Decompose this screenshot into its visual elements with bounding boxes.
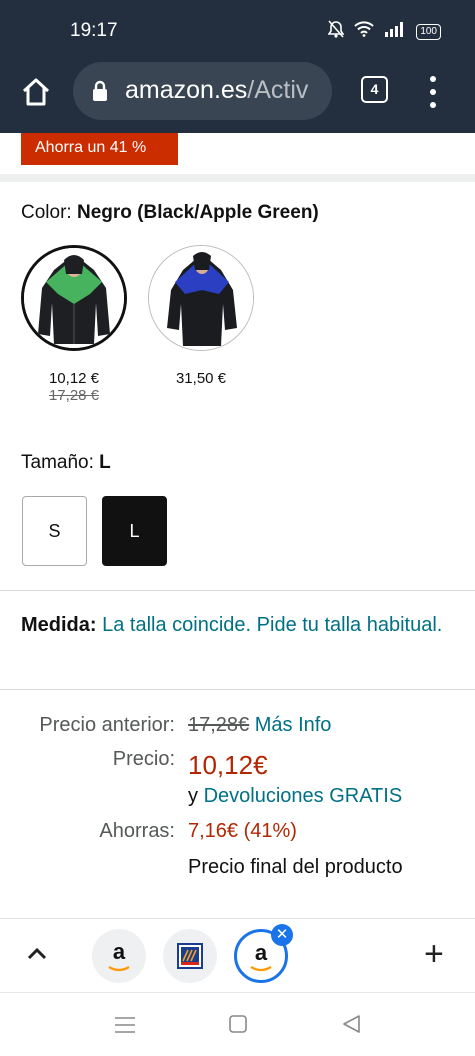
status-icons: 100: [327, 20, 441, 43]
signal-icon: [384, 21, 406, 42]
color-label-text: Color:: [21, 202, 77, 223]
swatch-price: 10,12 €: [48, 370, 100, 387]
jacket-green-image: [24, 248, 124, 348]
aldi-logo-icon: [177, 943, 203, 969]
amazon-smile-icon: [108, 966, 130, 972]
color-swatch-black-green[interactable]: [21, 245, 127, 351]
list-price-value: 17,28€ Más Info: [188, 714, 331, 737]
final-price-row: Precio final del producto: [0, 856, 475, 888]
color-swatch-black-blue[interactable]: [148, 245, 254, 351]
status-time: 19:17: [70, 20, 118, 41]
free-returns-link[interactable]: Devoluciones GRATIS: [204, 785, 403, 807]
expand-tabs-button[interactable]: [26, 943, 48, 970]
size-option-s[interactable]: S: [22, 496, 87, 566]
savings-row: Ahorras: 7,16€ (41%): [0, 820, 475, 852]
divider: [0, 590, 475, 591]
savings-value: 7,16€ (41%): [188, 820, 297, 842]
url-path: /Activ: [247, 76, 309, 104]
size-label: Tamaño: L: [21, 452, 111, 474]
savings-label: Ahorras:: [99, 820, 175, 842]
savings-badge: Ahorra un 41 %: [21, 133, 178, 165]
mute-bell-icon: [327, 20, 345, 43]
close-tab-button[interactable]: ✕: [271, 924, 293, 946]
amazon-smile-icon: [250, 966, 272, 972]
tab-aldi[interactable]: [163, 929, 217, 983]
fit-label: Medida:: [21, 614, 97, 636]
returns-text: y Devoluciones GRATIS: [188, 785, 402, 808]
tab-amazon-1[interactable]: a: [92, 929, 146, 983]
swatch-price-1: 10,12 € 17,28 €: [21, 370, 127, 404]
back-button[interactable]: [340, 1013, 362, 1040]
overflow-menu-button[interactable]: [422, 74, 444, 110]
lock-icon: [91, 80, 109, 107]
wifi-icon: [354, 21, 375, 42]
url-text: amazon.es/Activ: [125, 76, 308, 105]
price-row: Precio: 10,12€: [0, 748, 475, 780]
list-price-label: Precio anterior:: [39, 714, 175, 736]
home-icon: [22, 78, 50, 106]
swatch-old-price: 17,28 €: [48, 387, 100, 404]
battery-icon: 100: [416, 23, 441, 40]
divider: [0, 689, 475, 690]
returns-prefix: y: [188, 785, 204, 807]
url-host: amazon.es: [125, 76, 248, 104]
tab-amazon-active[interactable]: a ✕: [234, 924, 293, 983]
swatch-price: 31,50 €: [175, 370, 227, 387]
home-button[interactable]: [18, 74, 54, 110]
jacket-blue-image: [149, 246, 253, 350]
more-info-link[interactable]: Más Info: [255, 714, 332, 736]
status-bar: 19:17 100: [0, 0, 475, 60]
tab-switcher-button[interactable]: 4: [361, 76, 388, 103]
color-value: Negro (Black/Apple Green): [76, 202, 319, 223]
menu-lines-icon: [115, 1017, 135, 1033]
menu-dot: [430, 89, 436, 95]
amazon-logo-icon: a: [112, 939, 126, 964]
size-option-l[interactable]: L: [102, 496, 167, 566]
list-price-row: Precio anterior: 17,28€ Más Info: [0, 714, 475, 746]
address-bar[interactable]: amazon.es/Activ: [73, 62, 332, 120]
home-nav-button[interactable]: [228, 1014, 248, 1039]
chevron-up-icon: [27, 947, 47, 960]
back-triangle-icon: [343, 1015, 360, 1033]
section-divider: [0, 174, 475, 182]
menu-dot: [430, 76, 436, 82]
fit-info: Medida: La talla coincide. Pide tu talla…: [21, 610, 451, 641]
browser-header: 19:17 100 amazon.es/Activ 4: [0, 0, 475, 133]
size-label-text: Tamaño:: [21, 452, 100, 473]
swatch-price-2: 31,50 €: [148, 370, 254, 387]
recents-button[interactable]: [114, 1015, 136, 1040]
system-nav-bar: [0, 992, 475, 1056]
price-value: 10,12€: [188, 750, 268, 780]
list-price: 17,28€: [188, 714, 250, 736]
size-value: L: [99, 452, 111, 473]
new-tab-button[interactable]: +: [424, 937, 444, 971]
color-label: Color: Negro (Black/Apple Green): [21, 202, 319, 224]
tab-strip: a a ✕ +: [0, 918, 475, 992]
price-label: Precio:: [112, 748, 175, 770]
url-row: amazon.es/Activ 4: [0, 60, 475, 124]
menu-dot: [430, 102, 436, 108]
final-price-note: Precio final del producto: [188, 856, 403, 878]
square-icon: [229, 1015, 247, 1033]
returns-row: y Devoluciones GRATIS: [0, 785, 475, 817]
fit-link[interactable]: La talla coincide. Pide tu talla habitua…: [102, 614, 442, 636]
